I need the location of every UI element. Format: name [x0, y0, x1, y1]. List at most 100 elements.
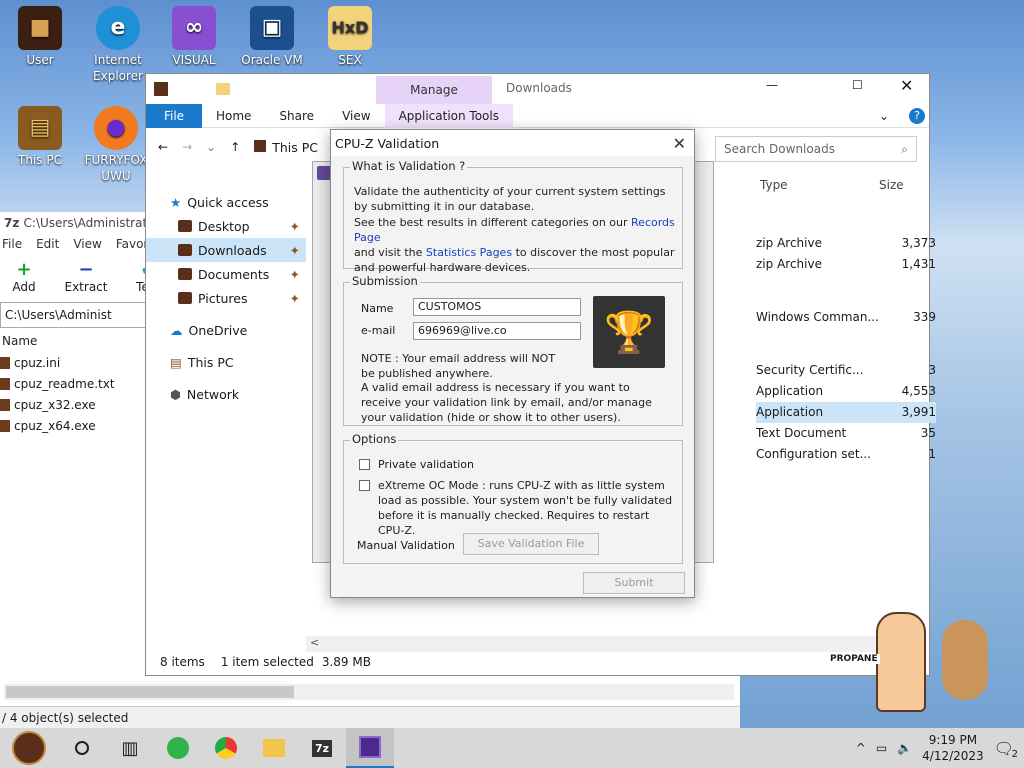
cell-type: zip Archive: [756, 257, 822, 271]
this-pc-icon: ▤: [18, 106, 62, 150]
table-row[interactable]: Application 3,991: [756, 402, 936, 423]
scrollbar-thumb[interactable]: [6, 686, 294, 698]
scroll-left-icon[interactable]: <: [310, 636, 319, 649]
sidebar-item-pictures[interactable]: Pictures ✦: [146, 286, 306, 310]
what-is-validation-group: What is Validation ? Validate the authen…: [343, 159, 683, 274]
desktop-icon-user[interactable]: ■ User: [2, 6, 78, 68]
network-icon[interactable]: ▭: [876, 741, 887, 755]
sidebar-item-network[interactable]: ⬢ Network: [146, 382, 306, 406]
cell-size: 3: [928, 363, 936, 377]
file-name: cpuz_x64.exe: [14, 418, 96, 433]
desktop-icon-label: FURRYFOX UWU: [84, 153, 148, 183]
tab-view[interactable]: View: [328, 104, 384, 128]
menu-edit[interactable]: Edit: [36, 234, 59, 254]
sidebar-item-this-pc[interactable]: ▤ This PC: [146, 350, 306, 374]
sidebar-item-downloads[interactable]: Downloads ✦: [146, 238, 306, 262]
tab-file[interactable]: File: [146, 103, 202, 128]
sidebar-item-onedrive[interactable]: ☁ OneDrive: [146, 318, 306, 342]
table-row[interactable]: Application 4,553: [756, 381, 936, 402]
save-validation-file-button[interactable]: Save Validation File: [463, 533, 599, 555]
visual-studio-icon: ∞: [172, 6, 216, 50]
name-field[interactable]: CUSTOMOS: [413, 298, 581, 316]
desktop-icon-visual[interactable]: ∞ VISUAL: [156, 6, 232, 68]
sidebar-item-desktop[interactable]: Desktop ✦: [146, 214, 306, 238]
desktop-icon-sex[interactable]: HxD SEX: [312, 6, 388, 68]
desktop-icon-oracle-vm[interactable]: ▣ Oracle VM: [234, 6, 310, 68]
sidebar-item-label: OneDrive: [188, 322, 248, 338]
desktop-icon-this-pc[interactable]: ▤ This PC: [2, 106, 78, 168]
search-input[interactable]: Search Downloads ⌕: [715, 136, 917, 162]
task-view-button[interactable]: ▥: [106, 728, 154, 768]
cell-size: 3,991: [901, 405, 936, 419]
table-row[interactable]: zip Archive 3,373: [756, 233, 936, 254]
extreme-oc-checkbox[interactable]: [359, 480, 370, 491]
tab-manage[interactable]: Manage: [376, 76, 492, 104]
search-circle-icon: [75, 741, 89, 755]
search-button[interactable]: [58, 728, 106, 768]
statistics-pages-link[interactable]: Statistics Pages: [426, 246, 512, 259]
desktop-icon-furryfox[interactable]: ● FURRYFOX UWU: [78, 106, 154, 184]
tab-home[interactable]: Home: [202, 104, 265, 128]
clock[interactable]: 9:19 PM 4/12/2023: [922, 732, 984, 764]
green-app-icon: [167, 737, 189, 759]
private-validation-checkbox[interactable]: [359, 459, 370, 470]
close-button[interactable]: ✕: [900, 76, 913, 95]
minimize-button[interactable]: —: [766, 78, 778, 92]
extreme-oc-label: eXtreme OC Mode : runs CPU-Z with as lit…: [378, 479, 673, 537]
private-validation-option[interactable]: Private validation: [359, 458, 474, 471]
explorer-titlebar: Downloads — ☐ ✕: [146, 74, 929, 104]
file-icon: [0, 419, 10, 432]
notifications-button[interactable]: 🗨 2: [994, 739, 1018, 760]
table-row[interactable]: Windows Comman... 339: [756, 307, 936, 328]
explorer-horizontal-scrollbar[interactable]: <: [306, 636, 926, 652]
status-size: 3.89 MB: [321, 655, 371, 669]
dialog-titlebar: CPU-Z Validation ✕: [331, 130, 694, 156]
table-row[interactable]: Configuration set... 1: [756, 444, 936, 465]
forward-arrow-icon[interactable]: →: [182, 140, 192, 154]
tab-share[interactable]: Share: [265, 104, 328, 128]
back-arrow-icon[interactable]: ←: [158, 140, 168, 154]
menu-file[interactable]: File: [2, 234, 22, 254]
table-row[interactable]: Text Document 35: [756, 423, 936, 444]
dialog-close-button[interactable]: ✕: [673, 134, 686, 153]
7zip-address-bar[interactable]: C:\Users\Administ: [0, 302, 150, 328]
menu-view[interactable]: View: [73, 234, 101, 254]
taskbar-app-7zip[interactable]: 7z: [298, 728, 346, 768]
address-bar[interactable]: This PC: [254, 139, 318, 155]
7zip-icon: 7z: [311, 739, 333, 757]
search-placeholder: Search Downloads: [724, 142, 835, 156]
email-field[interactable]: 696969@live.co: [413, 322, 581, 340]
expand-ribbon-icon[interactable]: ⌄: [879, 109, 889, 123]
chrome-icon: [215, 737, 237, 759]
tray-expand-icon[interactable]: ^: [856, 741, 866, 755]
start-button[interactable]: [0, 728, 58, 768]
taskbar-app-explorer[interactable]: [250, 728, 298, 768]
submit-button[interactable]: Submit: [583, 572, 685, 594]
extract-button[interactable]: − Extract: [64, 260, 108, 295]
7zip-horizontal-scrollbar[interactable]: [4, 684, 734, 700]
pin-icon: ✦: [289, 218, 300, 234]
sidebar-item-documents[interactable]: Documents ✦: [146, 262, 306, 286]
quick-access-toolbar-icon[interactable]: [154, 82, 168, 96]
volume-muted-icon[interactable]: 🔈: [897, 741, 912, 755]
up-arrow-icon[interactable]: ↑: [230, 140, 240, 154]
tab-application-tools[interactable]: Application Tools: [384, 103, 513, 128]
star-icon: ★: [170, 194, 182, 210]
taskbar-app-cpuz[interactable]: [346, 728, 394, 768]
email-label: e-mail: [361, 324, 396, 337]
taskbar-app-chrome[interactable]: [202, 728, 250, 768]
column-header-type[interactable]: Type: [760, 178, 788, 192]
group-label: What is Validation ?: [350, 159, 468, 173]
help-icon[interactable]: ?: [909, 107, 925, 124]
table-row[interactable]: zip Archive 1,431: [756, 254, 936, 275]
extreme-oc-option[interactable]: eXtreme OC Mode : runs CPU-Z with as lit…: [359, 478, 679, 538]
recent-locations-icon[interactable]: ⌄: [206, 140, 216, 154]
column-header-size[interactable]: Size: [879, 178, 904, 192]
7zip-status-text: / 4 object(s) selected: [2, 711, 129, 725]
maximize-button[interactable]: ☐: [852, 78, 863, 92]
sidebar-item-quick-access[interactable]: ★ Quick access: [146, 190, 306, 214]
clock-date: 4/12/2023: [922, 749, 984, 763]
taskbar-app-green[interactable]: [154, 728, 202, 768]
add-button[interactable]: + Add: [2, 260, 46, 295]
table-row[interactable]: Security Certific... 3: [756, 360, 936, 381]
